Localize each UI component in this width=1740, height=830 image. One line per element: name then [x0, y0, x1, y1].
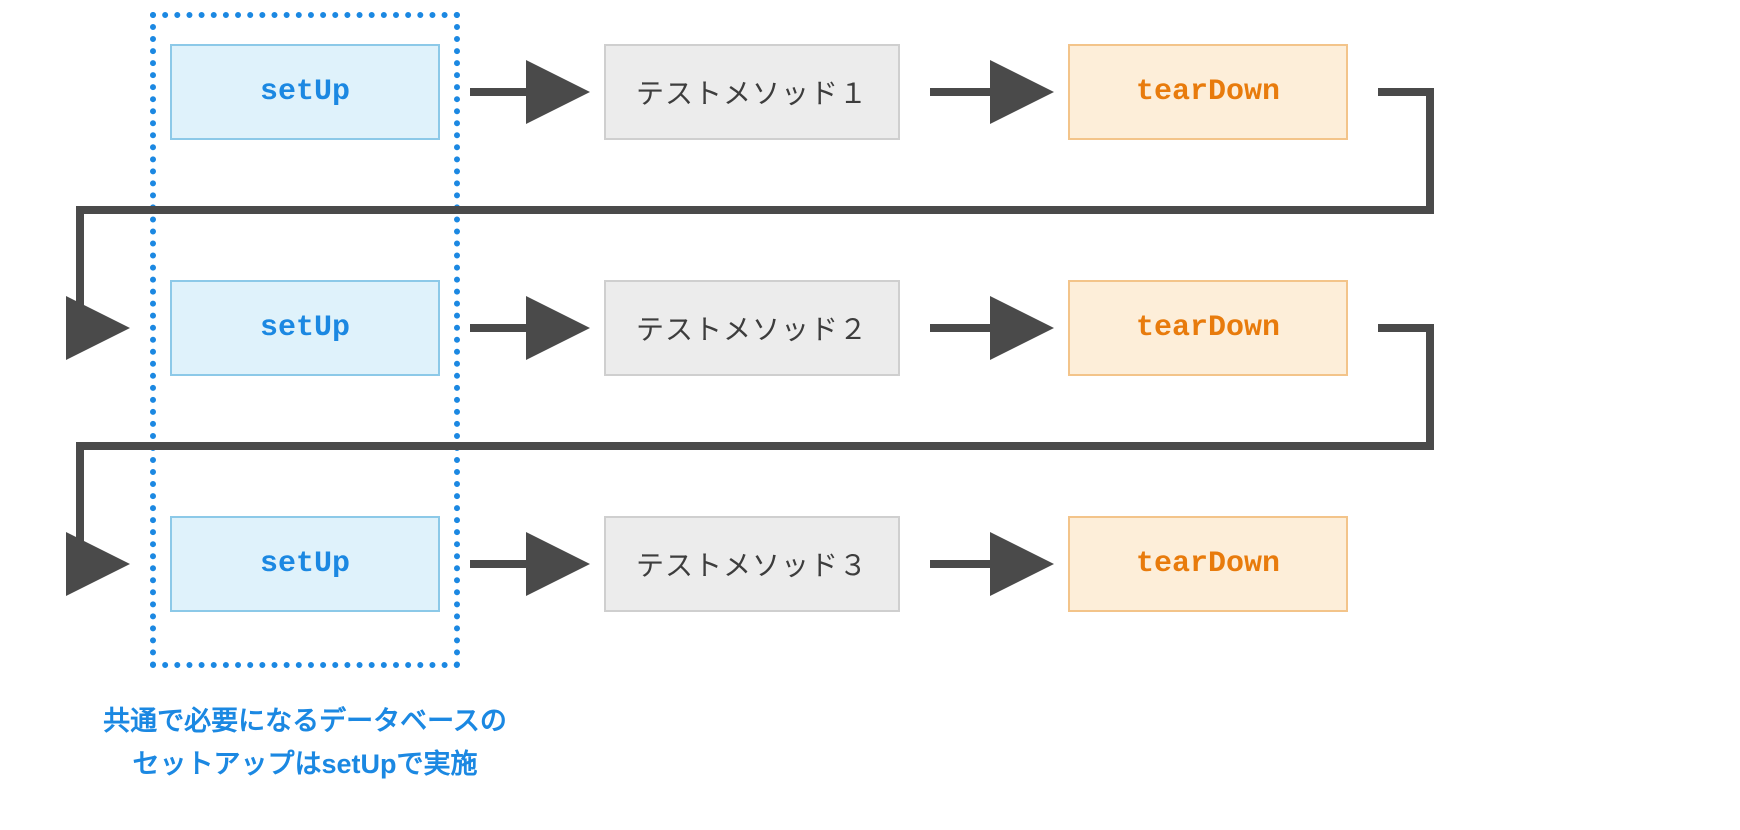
setup-box-2: setUp	[170, 280, 440, 376]
setup-group-caption: 共通で必要になるデータベースの セットアップはsetUpで実施	[85, 700, 525, 786]
teardown-box-3: tearDown	[1068, 516, 1348, 612]
teardown-box-2: tearDown	[1068, 280, 1348, 376]
test-method-box-1: テストメソッド１	[604, 44, 900, 140]
caption-line-2: セットアップはsetUpで実施	[132, 749, 477, 779]
teardown-box-1: tearDown	[1068, 44, 1348, 140]
setup-box-3: setUp	[170, 516, 440, 612]
caption-line-1: 共通で必要になるデータベースの	[103, 706, 507, 736]
test-method-box-3: テストメソッド３	[604, 516, 900, 612]
test-method-box-2: テストメソッド２	[604, 280, 900, 376]
setup-box-1: setUp	[170, 44, 440, 140]
